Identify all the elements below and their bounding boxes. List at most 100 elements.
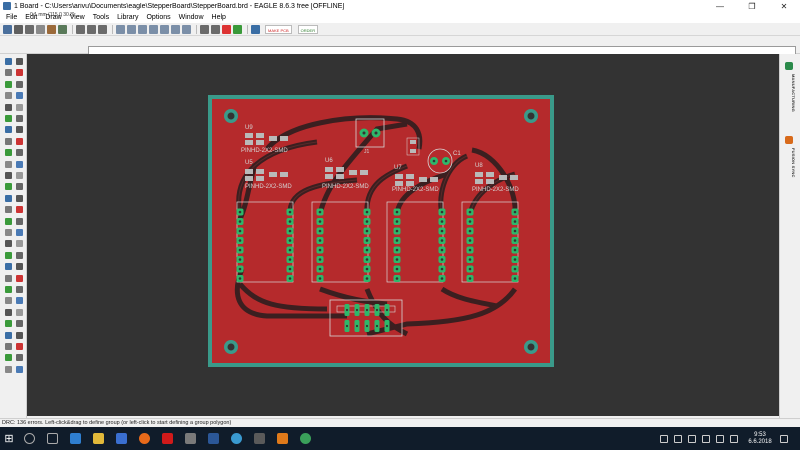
make-pcb-button[interactable]: MAKE PCB: [265, 24, 292, 34]
battery-icon[interactable]: [688, 434, 696, 443]
tool-button[interactable]: [16, 115, 23, 122]
tool-button[interactable]: [5, 354, 12, 362]
tool-button[interactable]: [5, 229, 12, 236]
clock[interactable]: 9:53 6.6.2018: [744, 432, 776, 446]
tool-button[interactable]: [5, 331, 12, 339]
tool-button[interactable]: [16, 149, 23, 157]
tool-button[interactable]: [5, 274, 12, 282]
tool-button[interactable]: [16, 274, 23, 282]
script-icon[interactable]: [76, 24, 85, 34]
tool-button[interactable]: [5, 103, 12, 111]
minimize-button[interactable]: —: [704, 0, 736, 12]
undo-icon[interactable]: [200, 24, 209, 34]
menu-window[interactable]: Window: [175, 14, 208, 21]
tool-button[interactable]: [16, 354, 23, 362]
tool-button[interactable]: [16, 126, 23, 134]
tool-button[interactable]: [16, 92, 23, 100]
menu-help[interactable]: Help: [208, 14, 230, 21]
edge-icon[interactable]: [70, 433, 81, 444]
zoom-next-icon[interactable]: [171, 24, 180, 34]
tool-button[interactable]: [5, 80, 12, 88]
zoom-in-icon[interactable]: [127, 24, 136, 34]
terminal-icon[interactable]: [254, 433, 265, 444]
tool-button[interactable]: [5, 297, 12, 305]
tool-button[interactable]: [16, 331, 23, 339]
store-icon[interactable]: [116, 433, 127, 444]
tool-button[interactable]: [16, 297, 23, 305]
tool-button[interactable]: [5, 263, 12, 271]
library-icon[interactable]: [58, 24, 67, 34]
tool-button[interactable]: [16, 343, 23, 350]
tool-button[interactable]: [16, 286, 23, 293]
tool-button[interactable]: [16, 320, 23, 328]
maximize-button[interactable]: ❐: [736, 0, 768, 12]
tool-button[interactable]: [16, 240, 23, 248]
tool-button[interactable]: [5, 58, 12, 65]
manufacturing-icon[interactable]: [785, 62, 793, 70]
people-icon[interactable]: [660, 434, 668, 443]
tool-button[interactable]: [5, 320, 12, 328]
redraw-icon[interactable]: [182, 24, 191, 34]
chrome-icon[interactable]: [300, 433, 311, 444]
netflix-icon[interactable]: [162, 433, 173, 444]
tool-button[interactable]: [5, 240, 12, 248]
tool-button[interactable]: [5, 308, 12, 316]
tool-button[interactable]: [16, 58, 23, 65]
tool-button[interactable]: [16, 69, 23, 77]
tool-button[interactable]: [5, 172, 12, 179]
tool-button[interactable]: [5, 206, 12, 214]
notification-icon[interactable]: [780, 434, 788, 443]
menu-tools[interactable]: Tools: [89, 14, 113, 21]
wifi-icon[interactable]: [702, 434, 710, 443]
open-icon[interactable]: [3, 24, 12, 34]
tool-button[interactable]: [16, 137, 23, 145]
tool-button[interactable]: [16, 160, 23, 168]
redo-icon[interactable]: [211, 24, 220, 34]
stop-icon[interactable]: [222, 24, 231, 34]
ulp-icon[interactable]: [87, 24, 96, 34]
print-icon[interactable]: [25, 24, 34, 34]
zoom-prev-icon[interactable]: [160, 24, 169, 34]
chevron-up-icon[interactable]: [674, 434, 682, 443]
tool-button[interactable]: [16, 194, 23, 202]
zoom-select-icon[interactable]: [149, 24, 158, 34]
keyboard-icon[interactable]: [730, 434, 738, 443]
tool-button[interactable]: [5, 92, 12, 100]
tool-button[interactable]: [5, 343, 12, 350]
browser-icon[interactable]: [231, 433, 242, 444]
tool-button[interactable]: [16, 365, 23, 373]
tool-button[interactable]: [5, 115, 12, 122]
tool-button[interactable]: [5, 217, 12, 225]
tool-button[interactable]: [5, 69, 12, 77]
task-view-icon[interactable]: [47, 433, 58, 444]
file-explorer-icon[interactable]: [93, 433, 104, 444]
zoom-out-icon[interactable]: [138, 24, 147, 34]
order-button[interactable]: ORDER: [297, 24, 319, 34]
tool-button[interactable]: [16, 103, 23, 111]
manufacturing-tab[interactable]: MANUFACTURING: [784, 74, 796, 112]
menu-options[interactable]: Options: [142, 14, 174, 21]
tool-button[interactable]: [5, 160, 12, 168]
tool-button[interactable]: [16, 263, 23, 271]
go-icon[interactable]: [233, 24, 242, 34]
cam-icon[interactable]: [36, 24, 45, 34]
tool-button[interactable]: [16, 217, 23, 225]
save-icon[interactable]: [14, 24, 23, 34]
tool-button[interactable]: [5, 365, 12, 373]
tool-button[interactable]: [5, 251, 12, 259]
tool-button[interactable]: [16, 229, 23, 236]
word-icon[interactable]: [208, 433, 219, 444]
help-icon[interactable]: [251, 24, 260, 34]
eagle-taskbar-icon[interactable]: [277, 433, 288, 444]
tool-button[interactable]: [5, 194, 12, 202]
tool-button[interactable]: [16, 183, 23, 191]
volume-icon[interactable]: [716, 434, 724, 443]
start-button[interactable]: ⊞: [0, 427, 18, 450]
tool-button[interactable]: [5, 137, 12, 145]
fusion-sync-icon[interactable]: [785, 136, 793, 144]
tool-button[interactable]: [16, 80, 23, 88]
firefox-icon[interactable]: [139, 433, 150, 444]
fusion-sync-tab[interactable]: FUSION SYNC: [784, 148, 796, 178]
close-button[interactable]: ✕: [768, 0, 800, 12]
tool-button[interactable]: [5, 286, 12, 293]
